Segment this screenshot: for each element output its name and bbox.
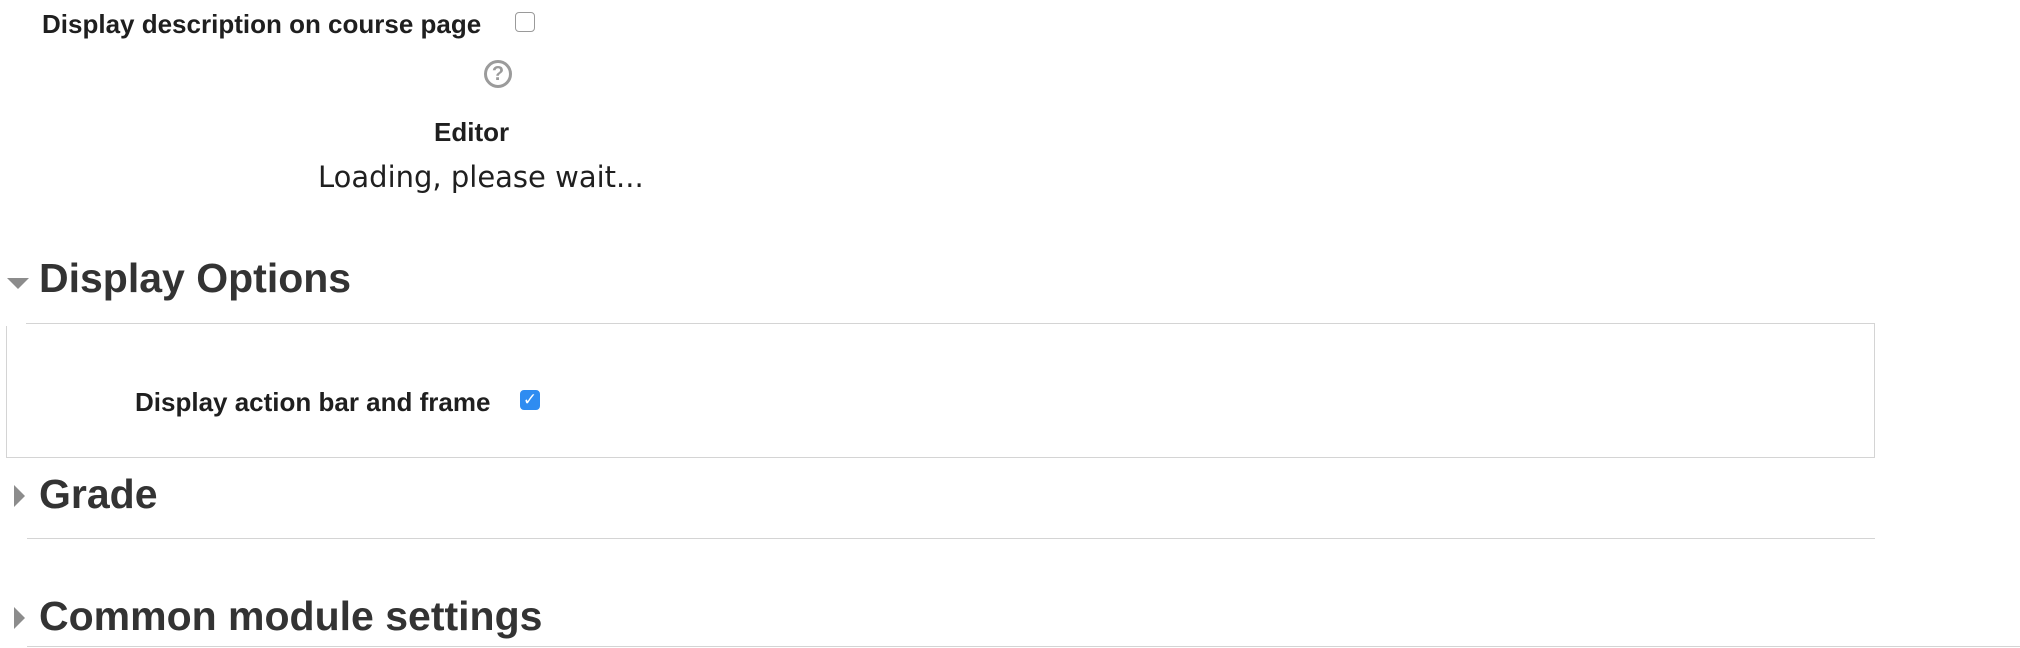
triangle-right-icon[interactable] <box>14 485 25 507</box>
display-description-label: Display description on course page <box>42 9 482 39</box>
section-title-common-module-settings[interactable]: Common module settings <box>39 593 542 640</box>
display-description-checkbox[interactable] <box>515 12 535 32</box>
triangle-right-icon[interactable] <box>14 607 25 629</box>
triangle-down-icon[interactable] <box>7 278 29 289</box>
editor-label: Editor <box>434 117 510 147</box>
section-title-display-options[interactable]: Display Options <box>39 255 351 302</box>
editor-loading-text: Loading, please wait... <box>318 160 644 194</box>
fieldset-legend-gap <box>4 318 26 326</box>
section-divider <box>27 538 1875 539</box>
display-action-bar-label: Display action bar and frame <box>135 387 491 417</box>
help-icon[interactable]: ? <box>484 60 512 88</box>
section-divider <box>27 646 2020 647</box>
section-title-grade[interactable]: Grade <box>39 471 158 518</box>
display-action-bar-checkbox[interactable]: ✓ <box>520 390 540 410</box>
